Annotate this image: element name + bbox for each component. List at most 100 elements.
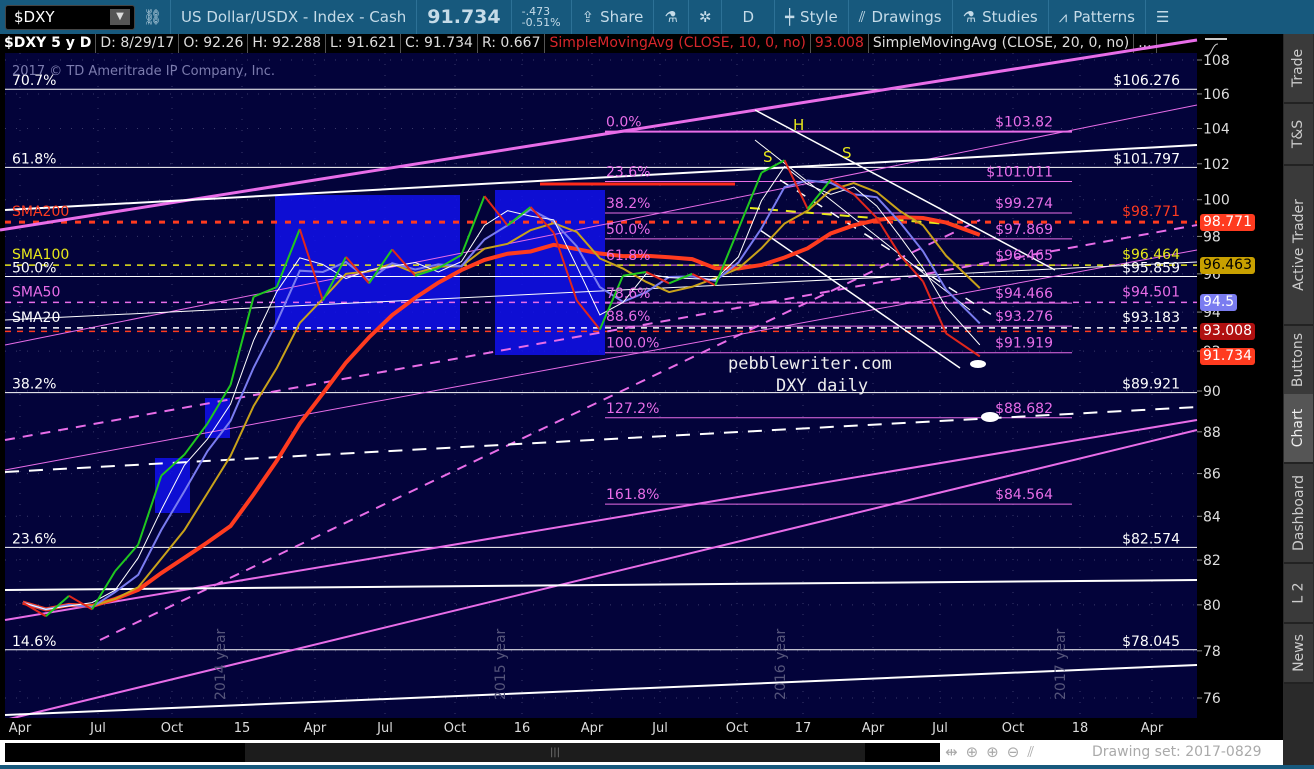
year-label: 2015 year (493, 628, 509, 700)
price-badge: 96.463 (1200, 257, 1255, 275)
price-segment (137, 475, 163, 545)
study1-value: 93.008 (811, 34, 869, 53)
chevron-down-icon[interactable]: ▼ (110, 9, 130, 25)
price-segment (229, 296, 255, 386)
moving-average-line (22, 215, 981, 612)
price-segment (321, 256, 347, 301)
side-tabs: Trade T&S Active Trader Buttons Chart Dashboa… (1283, 34, 1314, 765)
trend-line (4, 664, 1198, 716)
scrollbar-thumb[interactable]: ||| (245, 743, 865, 762)
price-segment (876, 217, 901, 256)
bar-high: H: 92.288 (248, 34, 327, 53)
price-segment (830, 179, 855, 196)
crosshair-icon[interactable]: ⊕ (966, 743, 979, 761)
patterns-button[interactable]: ⩘ Patterns (1049, 0, 1146, 34)
price-segment (922, 281, 948, 334)
ma-price-label: $98.771 (1122, 204, 1180, 220)
studies-label: Studies (982, 8, 1038, 26)
bar-range: R: 0.667 (478, 34, 546, 53)
y-tick-label: 102 (1203, 157, 1230, 173)
fib-price-label: $93.276 (995, 309, 1053, 325)
drawing-set[interactable]: Drawing set: 2017-0829 (1092, 744, 1262, 760)
study1-label[interactable]: SimpleMovingAvg (CLOSE, 10, 0, no) (545, 34, 811, 53)
price-segment (783, 159, 809, 210)
fib-pct-label: 100.0% (606, 336, 659, 352)
price-segment (275, 228, 301, 288)
flask-button[interactable]: ⚗ (654, 0, 689, 34)
price-segment (645, 271, 670, 285)
x-tick-label: 15 (233, 721, 251, 736)
fib-pct-label: 70.7% (12, 73, 56, 89)
price-segment (22, 601, 47, 618)
side-tab-label: Dashboard (1290, 475, 1307, 551)
drawings-label: Drawings (871, 8, 942, 26)
style-label: Style (800, 8, 838, 26)
consolidation-box (495, 190, 605, 355)
bar-open: O: 92.26 (179, 34, 249, 53)
drawings-button[interactable]: ⫽ Drawings (849, 0, 953, 34)
horizontal-scrollbar[interactable]: ||| (5, 743, 940, 762)
zoom-in-icon[interactable]: ⊕ (986, 743, 999, 761)
share-icon: ⇪ (581, 8, 595, 26)
price-segment (368, 248, 393, 284)
moving-average-line (22, 165, 981, 610)
style-button[interactable]: ┿ Style (775, 0, 849, 34)
aggregation-button[interactable]: D (722, 0, 776, 34)
copyright: 2017 © TD Ameritrade IP Company, Inc. (12, 64, 275, 79)
drawing-tool-icon[interactable]: ⫽ (1027, 743, 1034, 761)
price-segment (160, 453, 186, 477)
x-tick-label: Apr (303, 721, 327, 736)
side-tab-l-2[interactable]: L 2 (1284, 564, 1313, 624)
zoom-out-icon[interactable]: ⊖ (1007, 743, 1020, 761)
price-segment (414, 267, 439, 277)
ma-price-label: $94.501 (1122, 284, 1180, 300)
price-chart[interactable]: 1081061041021009896949290888684828078762… (0, 0, 1314, 769)
share-button[interactable]: ⇪ Share (572, 0, 655, 34)
settings-button[interactable]: ✲ (689, 0, 723, 34)
side-tab-dashboard[interactable]: Dashboard (1284, 464, 1313, 564)
fib-pct-label: 38.2% (606, 196, 650, 212)
price-segment (899, 254, 924, 283)
side-tab-news[interactable]: News (1284, 624, 1313, 684)
y-tick-label: 104 (1203, 122, 1230, 138)
side-tab-active-trader[interactable]: Active Trader (1284, 166, 1313, 326)
trend-line (99, 219, 981, 641)
y-tick-label: 98 (1203, 229, 1221, 245)
flask-icon: ⚗ (962, 8, 977, 26)
time-axis[interactable]: Apr Jul Oct 15 Apr Jul Oct 16 Apr Jul Oct 17 Apr Jul O… (0, 718, 1254, 740)
x-tick-label: Oct (1001, 721, 1025, 736)
y-tick-label: 78 (1203, 644, 1221, 660)
target-marker (970, 360, 986, 368)
study2-label[interactable]: SimpleMovingAvg (CLOSE, 20, 0, no) (869, 34, 1135, 53)
trend-line (4, 261, 1198, 321)
price-badge: 91.734 (1200, 348, 1255, 366)
watermark-title: DXY daily (776, 376, 868, 396)
candle-icon: ┿ (785, 8, 795, 26)
more-studies[interactable]: ... (1134, 34, 1157, 53)
bar-low: L: 91.621 (326, 34, 401, 53)
scrollbar-area: ||| ⇹ ⊕ ⊕ ⊖ ⫽ Drawing set: 2017-0829 (0, 740, 1314, 765)
fib-price-label: $88.682 (995, 401, 1053, 417)
menu-button[interactable]: ☰ (1146, 0, 1179, 34)
side-tab-buttons[interactable]: Buttons (1284, 326, 1313, 396)
fib-pct-label: 14.6% (12, 634, 56, 650)
fib-price-label: $91.919 (995, 336, 1053, 352)
trend-line (759, 229, 961, 369)
trend-line (4, 406, 1198, 473)
side-tab-chart[interactable]: Chart (1284, 394, 1313, 464)
side-tab-trade[interactable]: Trade (1284, 34, 1313, 104)
ma-price-label: $93.183 (1122, 310, 1180, 326)
fib-price-label: $84.564 (995, 487, 1053, 503)
consolidation-box (205, 398, 230, 438)
fib-price-label: $96.465 (995, 248, 1053, 264)
fib-pct-label: 61.8% (12, 151, 56, 167)
link-icon[interactable]: ⛓ (135, 0, 172, 34)
moving-average-line (22, 182, 981, 611)
side-tab-t-s[interactable]: T&S (1284, 104, 1313, 166)
price-axis[interactable] (1197, 53, 1254, 718)
trend-line (4, 579, 1198, 591)
fib-price-label: $89.921 (1122, 377, 1180, 393)
symbol-selector[interactable]: $DXY ▼ (5, 4, 135, 30)
pan-icon[interactable]: ⇹ (945, 743, 958, 761)
studies-button[interactable]: ⚗ Studies (953, 0, 1049, 34)
